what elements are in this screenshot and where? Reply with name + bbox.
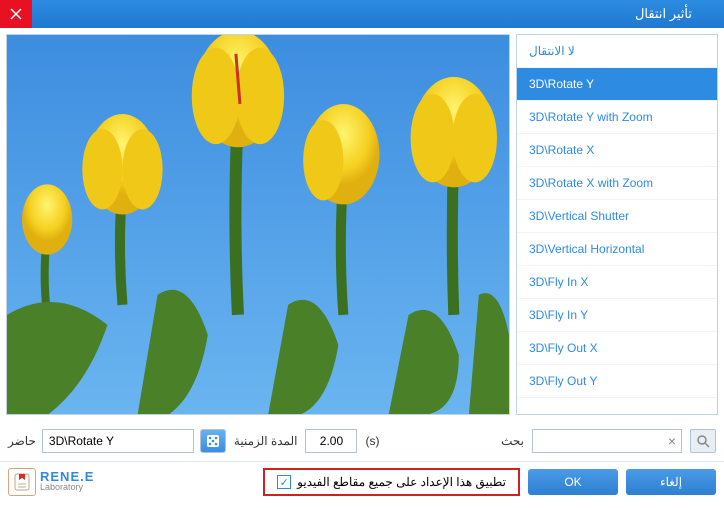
apply-all-label: تطبيق هذا الإعداد على جميع مقاطع الفيديو: [297, 475, 506, 489]
effect-item[interactable]: لا الانتقال: [517, 35, 717, 68]
checkbox-icon: ✓: [277, 475, 291, 489]
effect-item[interactable]: 3D\Rotate X: [517, 134, 717, 167]
search-label: بحث: [501, 434, 524, 448]
duration-label: المدة الزمنية: [234, 434, 298, 448]
current-effect-input[interactable]: [42, 429, 194, 453]
search-button[interactable]: [690, 429, 716, 453]
close-button[interactable]: [0, 0, 32, 28]
effect-item[interactable]: 3D\Fly In X: [517, 266, 717, 299]
effect-item[interactable]: 3D\Vertical Shutter: [517, 200, 717, 233]
cancel-button[interactable]: إلغاء: [626, 469, 716, 495]
logo-icon: [8, 468, 36, 496]
clear-search-button[interactable]: ×: [668, 433, 676, 449]
apply-all-checkbox[interactable]: ✓ تطبيق هذا الإعداد على جميع مقاطع الفيد…: [263, 468, 520, 496]
controls-row: حاضر المدة الزمنية (s) بحث ×: [0, 421, 724, 461]
ok-button[interactable]: OK: [528, 469, 618, 495]
effect-item[interactable]: 3D\Vertical Horizontal: [517, 233, 717, 266]
search-input[interactable]: [532, 429, 682, 453]
dice-icon: [205, 433, 221, 449]
window-title: تأثير انتقال: [8, 6, 716, 22]
main-area: لا الانتقال3D\Rotate Y3D\Rotate Y with Z…: [0, 28, 724, 421]
duration-unit: (s): [365, 434, 379, 448]
close-icon: [10, 8, 22, 20]
effect-item[interactable]: 3D\Rotate Y with Zoom: [517, 101, 717, 134]
effect-item[interactable]: 3D\Fly Out Y: [517, 365, 717, 398]
preview-pane: [6, 34, 510, 415]
effects-list[interactable]: لا الانتقال3D\Rotate Y3D\Rotate Y with Z…: [516, 34, 718, 415]
effect-item[interactable]: 3D\Rotate Y: [517, 68, 717, 101]
preview-image: [7, 35, 509, 414]
effect-item[interactable]: 3D\Rotate X with Zoom: [517, 167, 717, 200]
footer-row: RENE.E Laboratory ✓ تطبيق هذا الإعداد عل…: [0, 461, 724, 502]
duration-input[interactable]: [305, 429, 357, 453]
random-button[interactable]: [200, 429, 226, 453]
effect-item[interactable]: 3D\Fly Out X: [517, 332, 717, 365]
search-icon: [696, 434, 710, 448]
brand-logo: RENE.E Laboratory: [8, 468, 94, 496]
effect-item[interactable]: 3D\Fly In Y: [517, 299, 717, 332]
current-label: حاضر: [8, 434, 36, 448]
titlebar: تأثير انتقال: [0, 0, 724, 28]
logo-text-1: RENE.E: [40, 471, 94, 482]
